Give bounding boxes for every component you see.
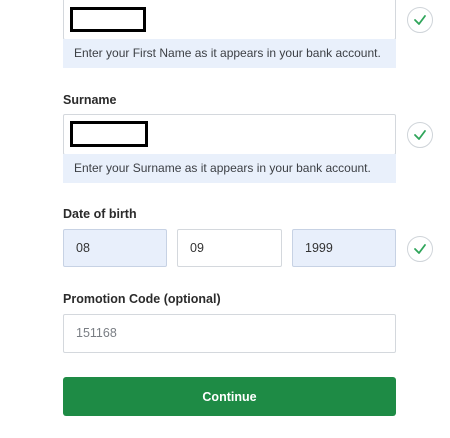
promotion-code-value: 151168 — [76, 326, 117, 340]
redacted-first-name — [70, 7, 146, 32]
surname-input[interactable] — [63, 114, 396, 155]
dob-month-input[interactable]: 09 — [177, 229, 282, 267]
dob-day-input[interactable]: 08 — [63, 229, 167, 267]
first-name-valid-check-icon — [407, 7, 433, 33]
promotion-code-input[interactable]: 151168 — [63, 314, 396, 353]
promotion-code-label: Promotion Code (optional) — [63, 292, 221, 306]
first-name-input[interactable] — [63, 0, 396, 40]
surname-hint: Enter your Surname as it appears in your… — [63, 154, 396, 183]
dob-year-input[interactable]: 1999 — [292, 229, 396, 267]
surname-label: Surname — [63, 93, 117, 107]
continue-button[interactable]: Continue — [63, 377, 396, 416]
first-name-hint: Enter your First Name as it appears in y… — [63, 39, 396, 68]
date-of-birth-label: Date of birth — [63, 207, 137, 221]
dob-valid-check-icon — [407, 236, 433, 262]
redacted-surname — [70, 121, 148, 147]
surname-valid-check-icon — [407, 122, 433, 148]
